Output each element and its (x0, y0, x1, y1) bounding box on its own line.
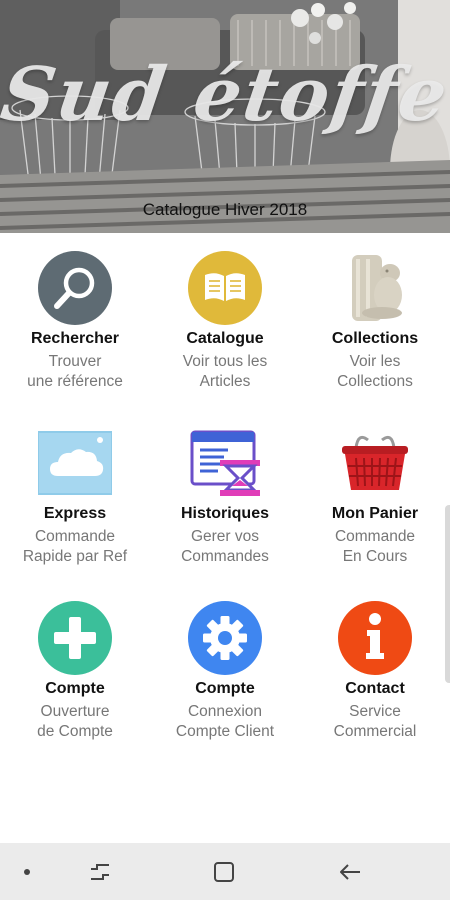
gear-icon (188, 601, 262, 675)
tile-label: Compte (45, 680, 105, 697)
system-navigation-bar (0, 843, 450, 900)
tile-label: Compte (195, 680, 255, 697)
back-icon[interactable] (328, 843, 372, 900)
tile-description: Voir tous les Articles (182, 353, 268, 390)
tile-description: Service Commercial (333, 703, 417, 740)
recents-icon[interactable] (78, 843, 122, 900)
edge-panel-handle[interactable] (445, 505, 450, 683)
tile-description: Voir les Collections (337, 353, 413, 390)
tile-label: Contact (345, 680, 405, 697)
menu-tile-express[interactable]: Express Commande Rapide par Ref (0, 408, 150, 583)
tile-description: Commande Rapide par Ref (22, 528, 128, 565)
tile-label: Mon Panier (331, 505, 419, 522)
book-icon (188, 251, 262, 325)
menu-tile-mon-panier[interactable]: Mon Panier Commande En Cours (300, 408, 450, 583)
tile-description: Ouverture de Compte (37, 703, 113, 740)
history-icon (190, 430, 260, 496)
menu-tile-contact[interactable]: Contact Service Commercial (300, 583, 450, 758)
basket-icon (342, 435, 408, 490)
menu-tile-historiques[interactable]: Historiques Gerer vos Commandes (150, 408, 300, 583)
menu-tile-collections[interactable]: Collections Voir les Collections (300, 233, 450, 408)
statue-icon (352, 255, 402, 321)
menu-tile-compte-ouverture[interactable]: Compte Ouverture de Compte (0, 583, 150, 758)
hero-banner: Sud étoffe Catalogue Hiver 2018 (0, 0, 450, 233)
info-icon (338, 601, 412, 675)
plus-icon (38, 601, 112, 675)
menu-grid: Rechercher Trouver une référence Catalogu… (0, 233, 450, 841)
tile-description: Trouver une référence (27, 353, 123, 390)
tile-label: Express (43, 505, 107, 522)
tile-label: Catalogue (186, 330, 264, 347)
menu-tile-compte-connexion[interactable]: Compte Connexion Compte Client (150, 583, 300, 758)
tile-label: Historiques (180, 505, 269, 522)
tile-description: Commande En Cours (334, 528, 416, 565)
menu-tile-catalogue[interactable]: Catalogue Voir tous les Articles (150, 233, 300, 408)
menu-tile-rechercher[interactable]: Rechercher Trouver une référence (0, 233, 150, 408)
search-icon (38, 251, 112, 325)
home-icon[interactable] (202, 843, 246, 900)
catalogue-subtitle: Catalogue Hiver 2018 (142, 200, 308, 219)
tile-description: Connexion Compte Client (175, 703, 275, 740)
tile-label: Rechercher (30, 330, 120, 347)
brand-logo-title: Sud étoffe (0, 52, 450, 138)
cloud-icon (38, 431, 112, 495)
tile-description: Gerer vos Commandes (181, 528, 269, 565)
tile-label: Collections (331, 330, 419, 347)
dot-icon[interactable] (12, 843, 42, 900)
